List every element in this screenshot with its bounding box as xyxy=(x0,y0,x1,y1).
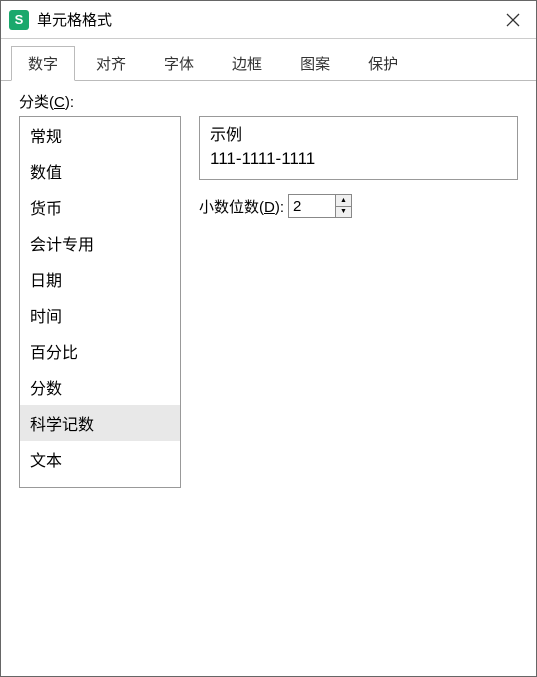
decimals-label-suffix: ): xyxy=(275,199,284,216)
decimals-spinner: ▲ ▼ xyxy=(288,194,352,218)
list-item[interactable]: 分数 xyxy=(20,369,180,405)
right-pane: 示例 111-1111-1111 小数位数(D): ▲ ▼ xyxy=(199,116,518,488)
tab-5[interactable]: 保护 xyxy=(351,46,415,81)
close-icon xyxy=(506,13,520,27)
list-item[interactable]: 时间 xyxy=(20,297,180,333)
category-label: 分类(C): xyxy=(19,91,518,112)
tab-3[interactable]: 边框 xyxy=(215,46,279,81)
list-item[interactable]: 常规 xyxy=(20,117,180,153)
decimals-label-prefix: 小数位数( xyxy=(199,199,264,216)
category-listbox[interactable]: 常规数值货币会计专用日期时间百分比分数科学记数文本特殊自定义 xyxy=(19,116,181,488)
window-title: 单元格格式 xyxy=(37,9,498,30)
tab-bar: 数字对齐字体边框图案保护 xyxy=(1,39,536,81)
category-label-hotkey: C xyxy=(54,94,65,111)
close-button[interactable] xyxy=(498,5,528,35)
list-item[interactable]: 科学记数 xyxy=(20,405,180,441)
tab-0[interactable]: 数字 xyxy=(11,46,75,81)
list-item[interactable]: 数值 xyxy=(20,153,180,189)
tab-4[interactable]: 图案 xyxy=(283,46,347,81)
main-row: 常规数值货币会计专用日期时间百分比分数科学记数文本特殊自定义 示例 111-11… xyxy=(19,116,518,488)
spin-buttons: ▲ ▼ xyxy=(335,195,351,217)
tab-2[interactable]: 字体 xyxy=(147,46,211,81)
list-item[interactable]: 日期 xyxy=(20,261,180,297)
spin-down-button[interactable]: ▼ xyxy=(336,207,351,218)
decimals-input[interactable] xyxy=(289,195,335,217)
list-item[interactable]: 百分比 xyxy=(20,333,180,369)
app-icon: S xyxy=(9,10,29,30)
titlebar: S 单元格格式 xyxy=(1,1,536,39)
decimals-row: 小数位数(D): ▲ ▼ xyxy=(199,194,518,218)
tab-1[interactable]: 对齐 xyxy=(79,46,143,81)
list-item[interactable]: 文本 xyxy=(20,441,180,477)
list-item[interactable]: 特殊 xyxy=(20,477,180,488)
example-box: 示例 111-1111-1111 xyxy=(199,116,518,180)
decimals-label: 小数位数(D): xyxy=(199,196,284,217)
list-item[interactable]: 会计专用 xyxy=(20,225,180,261)
decimals-label-hotkey: D xyxy=(264,199,275,216)
dialog-window: S 单元格格式 数字对齐字体边框图案保护 分类(C): 常规数值货币会计专用日期… xyxy=(0,0,537,677)
example-title: 示例 xyxy=(210,121,507,145)
category-label-suffix: ): xyxy=(65,94,74,111)
tab-content: 分类(C): 常规数值货币会计专用日期时间百分比分数科学记数文本特殊自定义 示例… xyxy=(1,81,536,676)
category-label-prefix: 分类( xyxy=(19,94,54,111)
list-item[interactable]: 货币 xyxy=(20,189,180,225)
example-value: 111-1111-1111 xyxy=(210,149,507,169)
spin-up-button[interactable]: ▲ xyxy=(336,195,351,207)
